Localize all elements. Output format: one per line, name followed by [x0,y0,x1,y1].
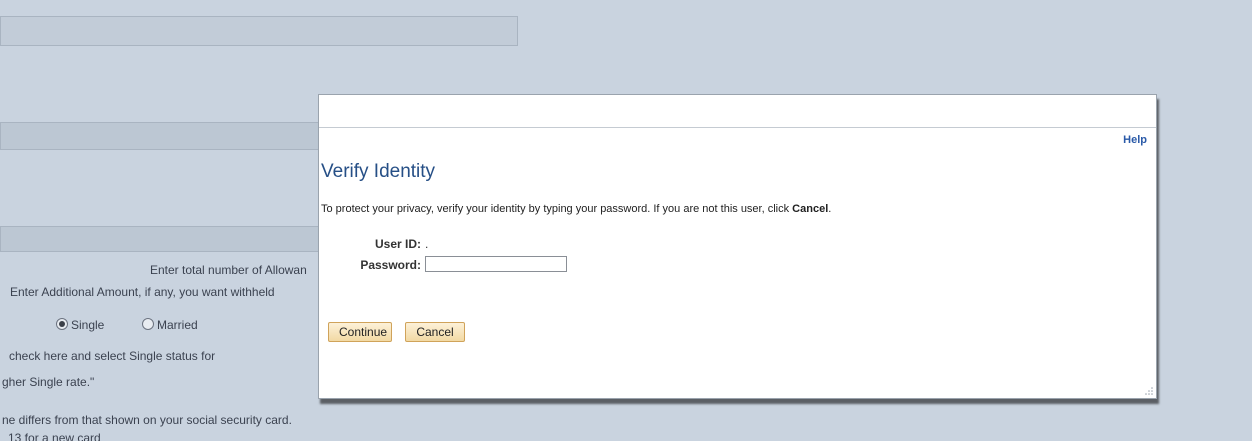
instructions-cancel-emphasis: Cancel [792,203,829,215]
verify-identity-dialog: Help Verify Identity To protect your pri… [318,94,1157,399]
name-differs-note: ne differs from that shown on your socia… [2,413,292,427]
radio-married[interactable] [142,318,154,330]
radio-married-label: Married [157,318,198,332]
dialog-instructions: To protect your privacy, verify your ide… [321,203,831,215]
instructions-period: . [828,203,832,215]
cancel-button[interactable]: Cancel [405,322,465,342]
page-background: Enter total number of Allowan Enter Addi… [0,0,1252,441]
password-label: Password: [360,258,421,272]
radio-single-option[interactable]: Single [56,318,104,332]
single-status-note: check here and select Single status for [9,349,216,363]
background-header-bar [0,16,518,46]
background-section-bar [0,122,332,150]
radio-married-option[interactable]: Married [142,318,198,332]
help-link[interactable]: Help [1123,134,1147,146]
dialog-title: Verify Identity [321,161,436,182]
password-input[interactable] [425,256,567,272]
instructions-text: To protect your privacy, verify your ide… [321,203,793,215]
continue-button[interactable]: Continue [328,322,392,342]
user-id-value: . [425,237,429,251]
additional-amount-label: Enter Additional Amount, if any, you wan… [10,285,275,299]
resize-grip-icon[interactable] [1144,386,1154,396]
radio-single-label: Single [71,318,105,332]
background-section-bar [0,226,332,252]
dialog-titlebar[interactable] [319,95,1156,128]
new-card-note: 13 for a new card [8,431,101,441]
radio-single[interactable] [56,318,68,330]
user-id-label: User ID: [374,237,421,251]
single-rate-note: gher Single rate." [2,375,95,389]
allowances-label: Enter total number of Allowan [150,263,307,277]
